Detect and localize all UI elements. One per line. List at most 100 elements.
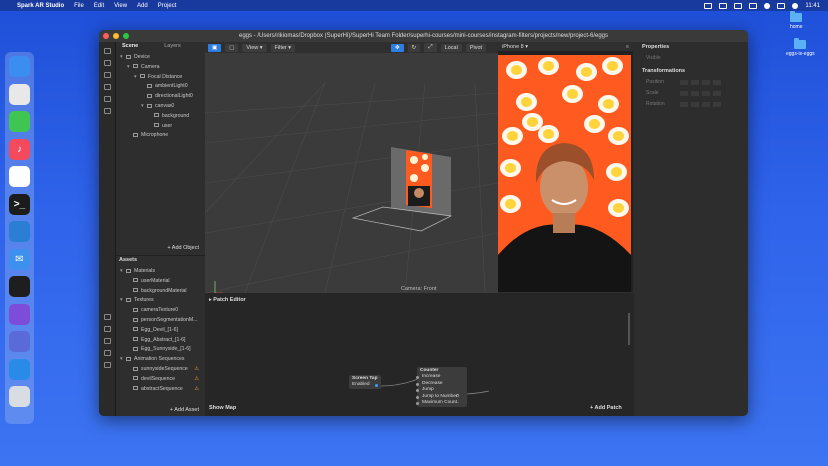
move-tool-icon[interactable]: ✥ xyxy=(391,43,404,52)
video-tool-icon[interactable] xyxy=(103,60,111,66)
scale-z-field[interactable] xyxy=(702,91,710,96)
tree-item[interactable]: Egg_Sunnyside_[1-6] xyxy=(116,345,205,355)
vscode-icon[interactable] xyxy=(9,221,30,242)
counter-patch[interactable]: Counter Increase Decrease Jump Jump to Numb… xyxy=(416,367,467,407)
local-toggle[interactable]: Local xyxy=(440,43,462,52)
wifi-icon[interactable] xyxy=(749,2,758,9)
menu-edit[interactable]: Edit xyxy=(94,3,104,9)
sparkar-icon[interactable] xyxy=(9,303,30,325)
scale-tool-icon[interactable]: ⤢ xyxy=(424,43,437,52)
tree-item[interactable]: user xyxy=(116,122,205,132)
menu-add[interactable]: Add xyxy=(137,3,148,9)
help-tool-icon[interactable] xyxy=(103,362,111,368)
trash-icon[interactable] xyxy=(9,386,30,407)
tree-item[interactable]: ▾ canvas0 xyxy=(116,102,205,112)
siri-icon[interactable] xyxy=(792,2,799,9)
simulator-preview[interactable] xyxy=(498,55,631,292)
tree-item[interactable]: ▾ Materials xyxy=(116,267,205,277)
tree-item[interactable]: Microphone xyxy=(116,131,205,141)
desktop-folder-eggs[interactable]: eggs-is-eggs xyxy=(786,38,815,57)
position-y-field[interactable] xyxy=(691,80,699,85)
mail-icon[interactable]: ✉ xyxy=(9,248,30,270)
control-center-icon[interactable] xyxy=(777,2,786,9)
tree-item[interactable]: Egg_Devil_[1-6] xyxy=(116,326,205,336)
tree-item[interactable]: cameraTexture0 xyxy=(116,306,205,316)
scale-x-field[interactable] xyxy=(680,91,688,96)
scene-tool-icon[interactable] xyxy=(103,48,111,54)
scale-w-field[interactable] xyxy=(713,91,721,96)
search-icon[interactable] xyxy=(764,2,771,9)
tab-layers[interactable]: Layers xyxy=(158,42,187,51)
tree-item[interactable]: ▾ Textures xyxy=(116,296,205,306)
input-port-icon[interactable] xyxy=(416,382,419,386)
app-menu[interactable]: Spark AR Studio xyxy=(17,3,64,9)
tree-item[interactable]: ▾ Camera xyxy=(116,63,205,73)
input-port-icon[interactable] xyxy=(416,402,419,405)
finder-icon[interactable] xyxy=(9,56,30,77)
screen-record-icon[interactable] xyxy=(704,2,713,9)
tweetbot-icon[interactable] xyxy=(9,358,30,380)
tree-item[interactable]: backgroundMaterial xyxy=(116,287,205,297)
patch-editor[interactable]: ▸ Patch Editor Screen Tap Enabled Counte… xyxy=(205,293,634,416)
viewport[interactable]: ▣ ▢ View ▾ Filter ▾ ✥ ↻ ⤢ Local Pivot Ca… xyxy=(205,42,498,293)
tree-item[interactable]: ▾ Animation Sequences xyxy=(116,355,205,365)
preview-tool-icon[interactable] xyxy=(103,108,111,114)
refresh-tool-icon[interactable] xyxy=(103,96,111,102)
position-w-field[interactable] xyxy=(713,80,721,85)
settings-tool-icon[interactable] xyxy=(103,350,111,356)
tree-item[interactable]: directionalLight0 xyxy=(116,92,205,102)
view-dropdown[interactable]: View ▾ xyxy=(242,43,267,52)
tree-item[interactable]: background xyxy=(116,112,205,122)
export-tool-icon[interactable] xyxy=(103,314,111,320)
frame-tool-icon[interactable] xyxy=(103,84,111,90)
tree-item[interactable]: Egg_Abstract_[1-6] xyxy=(116,336,205,346)
patch-vertical-scrollbar[interactable] xyxy=(628,313,630,345)
pivot-toggle[interactable]: Pivot xyxy=(465,43,487,52)
slack-icon[interactable] xyxy=(9,166,30,187)
rotation-w-field[interactable] xyxy=(713,102,721,107)
add-patch-button[interactable]: + Add Patch xyxy=(590,405,622,411)
input-port-icon[interactable] xyxy=(416,389,419,392)
music-icon[interactable]: ♪ xyxy=(9,138,30,160)
tree-item[interactable]: ▾ Device xyxy=(116,53,205,63)
terminal-icon[interactable]: >_ xyxy=(9,193,30,215)
desktop-folder-home[interactable]: home xyxy=(790,11,803,30)
bluetooth-icon[interactable] xyxy=(719,2,728,9)
show-map-button[interactable]: Show Map xyxy=(209,405,236,411)
scale-y-field[interactable] xyxy=(691,91,699,96)
menubar-clock[interactable]: 11:41 xyxy=(805,3,820,9)
rotation-y-field[interactable] xyxy=(691,102,699,107)
rotate-tool-icon[interactable]: ↻ xyxy=(407,43,421,52)
tree-item[interactable]: personSegmentationM... xyxy=(116,316,205,326)
tree-item[interactable]: ambientLight0 xyxy=(116,82,205,92)
capture-tool-icon[interactable] xyxy=(103,72,111,78)
tab-scene[interactable]: Scene xyxy=(116,42,144,51)
menu-project[interactable]: Project xyxy=(158,3,177,9)
tree-item[interactable]: devilSequence ⚠ xyxy=(116,375,205,385)
position-x-field[interactable] xyxy=(680,80,688,85)
filter-dropdown[interactable]: Filter ▾ xyxy=(270,43,296,52)
battery-icon[interactable] xyxy=(734,2,743,9)
menu-file[interactable]: File xyxy=(74,3,84,9)
rotation-z-field[interactable] xyxy=(702,102,710,107)
console-tool-icon[interactable] xyxy=(103,338,111,344)
figma-icon[interactable] xyxy=(9,276,30,297)
rotation-x-field[interactable] xyxy=(680,102,688,107)
patch-tool-icon[interactable] xyxy=(103,326,111,332)
screen-tap-patch[interactable]: Screen Tap Enabled xyxy=(349,375,381,389)
position-z-field[interactable] xyxy=(702,80,710,85)
input-port-icon[interactable] xyxy=(416,395,419,399)
counter-input-value[interactable]: ... xyxy=(455,400,459,407)
simulator-menu-icon[interactable]: ≡ xyxy=(626,44,629,50)
tree-item[interactable]: ▾ Focal Distance xyxy=(116,73,205,83)
3d-view-icon[interactable]: ▣ xyxy=(208,43,222,52)
input-port-icon[interactable] xyxy=(416,376,419,379)
chrome-icon[interactable] xyxy=(9,83,30,105)
add-asset-button[interactable]: + Add Asset xyxy=(170,407,199,413)
tree-item[interactable]: abstractSequence ⚠ xyxy=(116,385,205,395)
add-object-button[interactable]: + Add Object xyxy=(167,245,199,251)
messages-icon[interactable] xyxy=(9,111,30,132)
tree-item[interactable]: userMaterial xyxy=(116,277,205,287)
output-port-icon[interactable] xyxy=(375,384,378,387)
2d-view-icon[interactable]: ▢ xyxy=(225,43,239,52)
